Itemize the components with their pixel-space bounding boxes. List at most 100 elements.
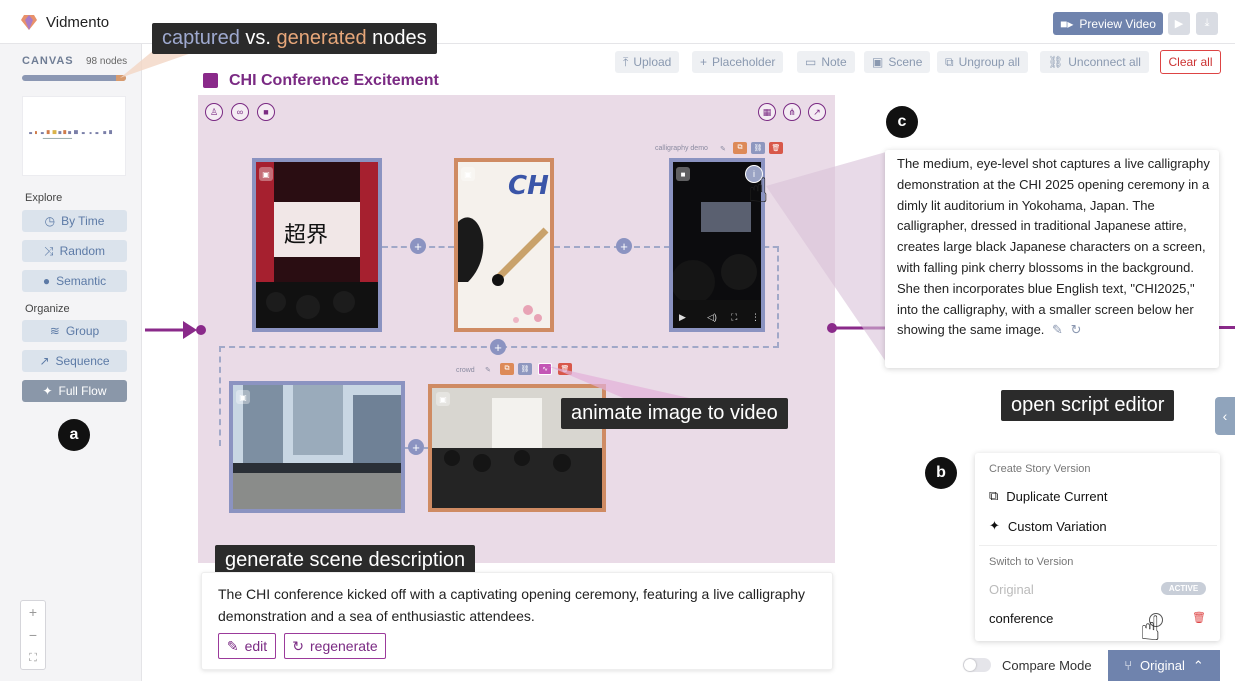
switch-version-header: Switch to Version xyxy=(989,556,1074,568)
zoom-out-button[interactable]: − xyxy=(21,624,45,647)
explore-random-button[interactable]: ⤨ Random xyxy=(22,240,127,262)
outdoor-photo xyxy=(233,385,401,509)
sparkle-icon: ✦ xyxy=(42,384,53,398)
scene-title[interactable]: CHI Conference Excitement xyxy=(229,72,439,90)
script-callout-pointer xyxy=(766,152,886,362)
ungroup-all-button[interactable]: ⧉ Ungroup all xyxy=(937,51,1028,73)
custom-variation-item[interactable]: ✦ Custom Variation xyxy=(989,518,1107,534)
refresh-icon: ↻ xyxy=(292,637,304,654)
exit-connector-stub xyxy=(1219,326,1235,329)
upload-button[interactable]: ⤒ Upload xyxy=(615,51,680,73)
minimap[interactable] xyxy=(22,96,126,176)
insert-node-button-3[interactable]: + xyxy=(490,339,506,355)
placeholder-label: Placeholder xyxy=(712,55,776,69)
scene-button[interactable]: ▣ Scene xyxy=(864,51,931,73)
insert-node-button-4[interactable]: + xyxy=(408,439,424,455)
script-editor-tab[interactable]: ‹ xyxy=(1215,397,1235,435)
organize-label: Organize xyxy=(25,303,70,315)
video-camera-icon[interactable]: ■ xyxy=(257,103,275,121)
organize-group-button[interactable]: ≋ Group xyxy=(22,320,127,342)
compare-mode-label: Compare Mode xyxy=(1002,658,1092,673)
organize-sequence-button[interactable]: ↗ Sequence xyxy=(22,350,127,372)
explore-semantic-button[interactable]: ● Semantic xyxy=(22,270,127,292)
explore-by-time-button[interactable]: ◷ By Time xyxy=(22,210,127,232)
edit-script-icon[interactable]: ✎ xyxy=(1052,322,1063,337)
entry-arrow xyxy=(145,321,206,339)
hierarchy-icon[interactable]: ⋔ xyxy=(783,103,801,121)
captured-image-node-crowd-outside[interactable] xyxy=(229,381,405,513)
zoom-controls: + − ⛶ xyxy=(20,600,46,670)
video-type-icon: ■ xyxy=(676,167,690,181)
regenerate-label: regenerate xyxy=(310,638,378,654)
unlink-icon: ⛓ xyxy=(1048,55,1064,69)
layers-icon: ≋ xyxy=(49,324,60,338)
scene-color-swatch xyxy=(203,73,218,88)
app-title: Vidmento xyxy=(46,14,110,31)
play-button[interactable]: ▶ xyxy=(1168,12,1190,35)
version-conference-item[interactable]: conference xyxy=(989,611,1053,626)
fit-view-button[interactable]: ⛶ xyxy=(21,647,45,670)
unlink-icon[interactable]: ⛓ xyxy=(518,363,532,375)
animate-image-label: animate image to video xyxy=(561,398,788,429)
duplicate-current-item[interactable]: ⧉ Duplicate Current xyxy=(989,488,1107,504)
captured-nodes-bar xyxy=(22,75,126,81)
version-selector-button[interactable]: ⑂ Original ⌃ xyxy=(1108,650,1220,681)
connector-wrap-left xyxy=(219,346,221,446)
captured-image-node-stage[interactable]: 超界 xyxy=(252,158,382,332)
scene-description-text[interactable]: The CHI conference kicked off with a cap… xyxy=(218,583,818,627)
image-type-icon: ▣ xyxy=(436,392,450,406)
edit-label-icon[interactable]: ✎ xyxy=(481,364,495,376)
vs-word: vs. xyxy=(239,27,277,49)
duplicate-icon[interactable]: ⧉ xyxy=(500,363,514,375)
script-body[interactable]: The medium, eye-level shot captures a li… xyxy=(897,156,1210,337)
video-icon: ■▸ xyxy=(1060,16,1074,31)
edit-label: edit xyxy=(244,638,268,654)
vidmento-logo xyxy=(21,15,37,30)
plus-icon: + xyxy=(700,55,708,69)
placeholder-button[interactable]: + Placeholder xyxy=(692,51,784,73)
svg-text:◁): ◁) xyxy=(707,312,717,322)
explore-label: Explore xyxy=(25,192,63,204)
ungroup-icon: ⧉ xyxy=(945,54,954,69)
chevron-up-icon: ⌃ xyxy=(1192,657,1204,673)
play-icon: ▶ xyxy=(1174,18,1184,30)
custom-label: Custom Variation xyxy=(1007,518,1107,534)
preview-video-button[interactable]: ■▸ Preview Video xyxy=(1053,12,1163,35)
presenter-icon[interactable]: ♙ xyxy=(205,103,223,121)
unconnect-label: Unconnect all xyxy=(1068,55,1141,69)
zoom-in-button[interactable]: + xyxy=(21,601,45,624)
generated-image-node-brush[interactable]: CH xyxy=(454,158,554,332)
insert-node-button-1[interactable]: + xyxy=(410,238,426,254)
chevron-left-icon: ‹ xyxy=(1222,408,1228,424)
note-icon: ▭ xyxy=(805,55,817,69)
download-icon: ⤓ xyxy=(1204,17,1210,29)
sequence-flow-icon[interactable]: ↗ xyxy=(808,103,826,121)
version-original-item[interactable]: Original xyxy=(989,582,1034,597)
ungroup-label: Ungroup all xyxy=(958,55,1020,69)
svg-text:▶: ▶ xyxy=(679,312,686,322)
note-button[interactable]: ▭ Note xyxy=(797,51,855,73)
delete-version-icon[interactable]: 🗑 xyxy=(1192,611,1206,624)
clear-all-button[interactable]: Clear all xyxy=(1160,50,1221,74)
insert-node-button-2[interactable]: + xyxy=(616,238,632,254)
link-icon[interactable]: ∞ xyxy=(231,103,249,121)
unconnect-all-button[interactable]: ⛓ Unconnect all xyxy=(1040,51,1149,73)
callout-pointer xyxy=(120,50,200,78)
current-version-label: Original xyxy=(1140,658,1185,673)
open-script-editor-label: open script editor xyxy=(1001,390,1175,421)
download-button[interactable]: ⤓ xyxy=(1196,12,1218,35)
edit-description-button[interactable]: ✎ edit xyxy=(218,633,276,659)
pointer-hand-icon: ☝ xyxy=(1140,610,1161,648)
brush-image: CH xyxy=(458,162,550,328)
compare-mode-toggle[interactable] xyxy=(963,658,991,672)
duplicate-icon[interactable]: ⧉ xyxy=(733,142,747,154)
upload-label: Upload xyxy=(633,55,672,69)
regenerate-script-icon[interactable]: ↻ xyxy=(1071,322,1082,337)
create-version-header: Create Story Version xyxy=(989,463,1091,475)
regenerate-description-button[interactable]: ↻ regenerate xyxy=(284,633,386,659)
group-label: Group xyxy=(65,324,100,338)
stage-photo: 超界 xyxy=(256,162,378,328)
edit-label-icon[interactable]: ✎ xyxy=(716,143,730,155)
grid-icon[interactable]: ▦ xyxy=(758,103,776,121)
organize-full-flow-button[interactable]: ✦ Full Flow xyxy=(22,380,127,402)
